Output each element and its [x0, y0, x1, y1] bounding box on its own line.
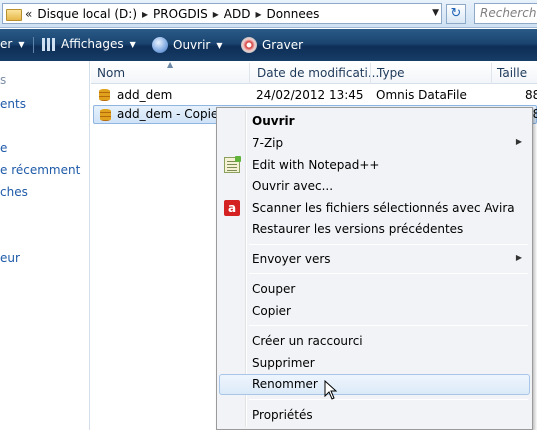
menu-separator: [249, 273, 528, 274]
menu-item-restore-versions[interactable]: Restaurer les versions précédentes: [219, 219, 530, 240]
column-header-size[interactable]: Taille: [497, 66, 527, 80]
address-bar[interactable]: « Disque local (D:) ▸ PROGDIS ▸ ADD ▸ Do…: [2, 3, 442, 24]
burn-button[interactable]: Graver: [241, 37, 303, 53]
nav-item[interactable]: ches: [0, 185, 28, 199]
column-divider[interactable]: [491, 63, 492, 84]
nav-item[interactable]: ents: [0, 97, 26, 111]
menu-separator: [249, 325, 528, 326]
database-icon: [99, 108, 112, 122]
menu-item-avira-scan[interactable]: a Scanner les fichiers sélectionnés avec…: [219, 198, 530, 219]
column-divider[interactable]: [370, 63, 371, 84]
column-header-name[interactable]: Nom: [97, 66, 125, 80]
views-icon: [42, 37, 56, 51]
menu-item-label: Envoyer vers: [252, 252, 331, 266]
burn-disc-icon: [241, 37, 257, 53]
open-button[interactable]: Ouvrir ▼: [152, 37, 223, 53]
menu-item-label: 7-Zip: [252, 136, 284, 150]
column-header-bar: ▲ Nom Date de modificati... Type Taille: [91, 60, 537, 84]
nav-item[interactable]: eur: [0, 251, 20, 265]
breadcrumb-donnees[interactable]: Donnees: [265, 7, 322, 21]
file-date: 24/02/2012 13:45: [256, 88, 364, 102]
nav-item[interactable]: e récemment: [0, 163, 80, 177]
breadcrumb-progdis[interactable]: PROGDIS: [151, 7, 210, 21]
navigation-pane: s ents e e récemment ches eur: [0, 61, 90, 430]
menu-item-open-with[interactable]: Ouvrir avec...: [219, 176, 530, 197]
refresh-icon: ↻: [450, 6, 462, 21]
menu-item-rename[interactable]: Renommer: [219, 374, 530, 395]
menu-item-label: Créer un raccourci: [252, 334, 363, 348]
command-bar: er ▼ Affichages ▼ Ouvrir ▼ Graver: [0, 29, 537, 61]
menu-item-notepad[interactable]: Edit with Notepad++: [219, 155, 530, 176]
menu-item-label: Supprimer: [252, 356, 315, 370]
chevron-down-icon: ▼: [18, 39, 25, 49]
breadcrumb-add[interactable]: ADD: [222, 7, 253, 21]
database-icon: [98, 88, 111, 102]
file-name: add_dem - Copie: [117, 107, 219, 121]
file-row[interactable]: add_dem 24/02/2012 13:45 Omnis DataFile …: [93, 86, 537, 105]
chevron-down-icon: ▼: [129, 39, 136, 49]
avira-icon: a: [224, 200, 240, 216]
breadcrumb-separator-icon[interactable]: ▸: [253, 7, 265, 21]
chevron-down-icon: ▼: [216, 40, 223, 50]
organize-button[interactable]: er ▼: [0, 37, 24, 51]
menu-item-7zip[interactable]: 7-Zip ▶: [219, 133, 530, 154]
address-dropdown-icon[interactable]: ▼: [432, 8, 439, 18]
views-button[interactable]: Affichages ▼: [42, 37, 136, 51]
open-icon: [152, 37, 168, 53]
submenu-arrow-icon: ▶: [515, 253, 522, 262]
column-header-date[interactable]: Date de modificati...: [257, 66, 379, 80]
context-menu: Ouvrir 7-Zip ▶ Edit with Notepad++ Ouvri…: [216, 107, 533, 430]
breadcrumb-disk[interactable]: Disque local (D:): [35, 7, 139, 21]
menu-item-label: Scanner les fichiers sélectionnés avec A…: [252, 201, 515, 215]
file-name: add_dem: [117, 88, 173, 102]
menu-item-send-to[interactable]: Envoyer vers ▶: [219, 249, 530, 270]
menu-item-label: Ouvrir avec...: [252, 179, 334, 193]
burn-label: Graver: [262, 38, 304, 52]
breadcrumb-separator-icon[interactable]: ▸: [210, 7, 222, 21]
menu-item-create-shortcut[interactable]: Créer un raccourci: [219, 331, 530, 352]
menu-item-label: Copier: [252, 304, 291, 318]
file-size: 88: [525, 88, 537, 102]
open-label: Ouvrir: [173, 38, 211, 52]
menu-item-copy[interactable]: Copier: [219, 301, 530, 322]
menu-item-label: Restaurer les versions précédentes: [252, 222, 464, 236]
menu-item-open[interactable]: Ouvrir: [219, 111, 530, 132]
menu-item-label: Couper: [252, 282, 296, 296]
folder-icon: [5, 6, 22, 21]
column-divider[interactable]: [249, 63, 250, 84]
menu-item-label: Edit with Notepad++: [252, 158, 380, 172]
organize-label: er: [0, 37, 13, 51]
search-input[interactable]: Rechercher: [474, 3, 537, 24]
file-type: Omnis DataFile: [376, 88, 467, 102]
notepad-plus-plus-icon: [224, 156, 241, 173]
breadcrumb-separator-icon[interactable]: ▸: [139, 7, 151, 21]
menu-item-properties[interactable]: Propriétés: [219, 405, 530, 426]
nav-item[interactable]: e: [0, 141, 7, 155]
menu-item-label: Ouvrir: [252, 114, 295, 128]
menu-separator: [249, 399, 528, 400]
mouse-pointer-icon: [324, 380, 338, 400]
menu-item-label: Renommer: [252, 377, 318, 391]
address-bar-row: « Disque local (D:) ▸ PROGDIS ▸ ADD ▸ Do…: [0, 0, 537, 28]
menu-item-cut[interactable]: Couper: [219, 279, 530, 300]
toolbar-divider: [33, 37, 34, 53]
menu-separator: [249, 244, 528, 245]
column-header-type[interactable]: Type: [377, 66, 405, 80]
nav-item[interactable]: s: [0, 73, 6, 87]
menu-item-delete[interactable]: Supprimer: [219, 353, 530, 374]
menu-item-label: Propriétés: [252, 408, 313, 422]
breadcrumb-overflow-chevron[interactable]: «: [22, 7, 35, 21]
views-label: Affichages: [61, 37, 124, 51]
sort-ascending-icon: ▲: [167, 60, 174, 69]
submenu-arrow-icon: ▶: [515, 137, 522, 146]
refresh-button[interactable]: ↻: [446, 4, 466, 24]
